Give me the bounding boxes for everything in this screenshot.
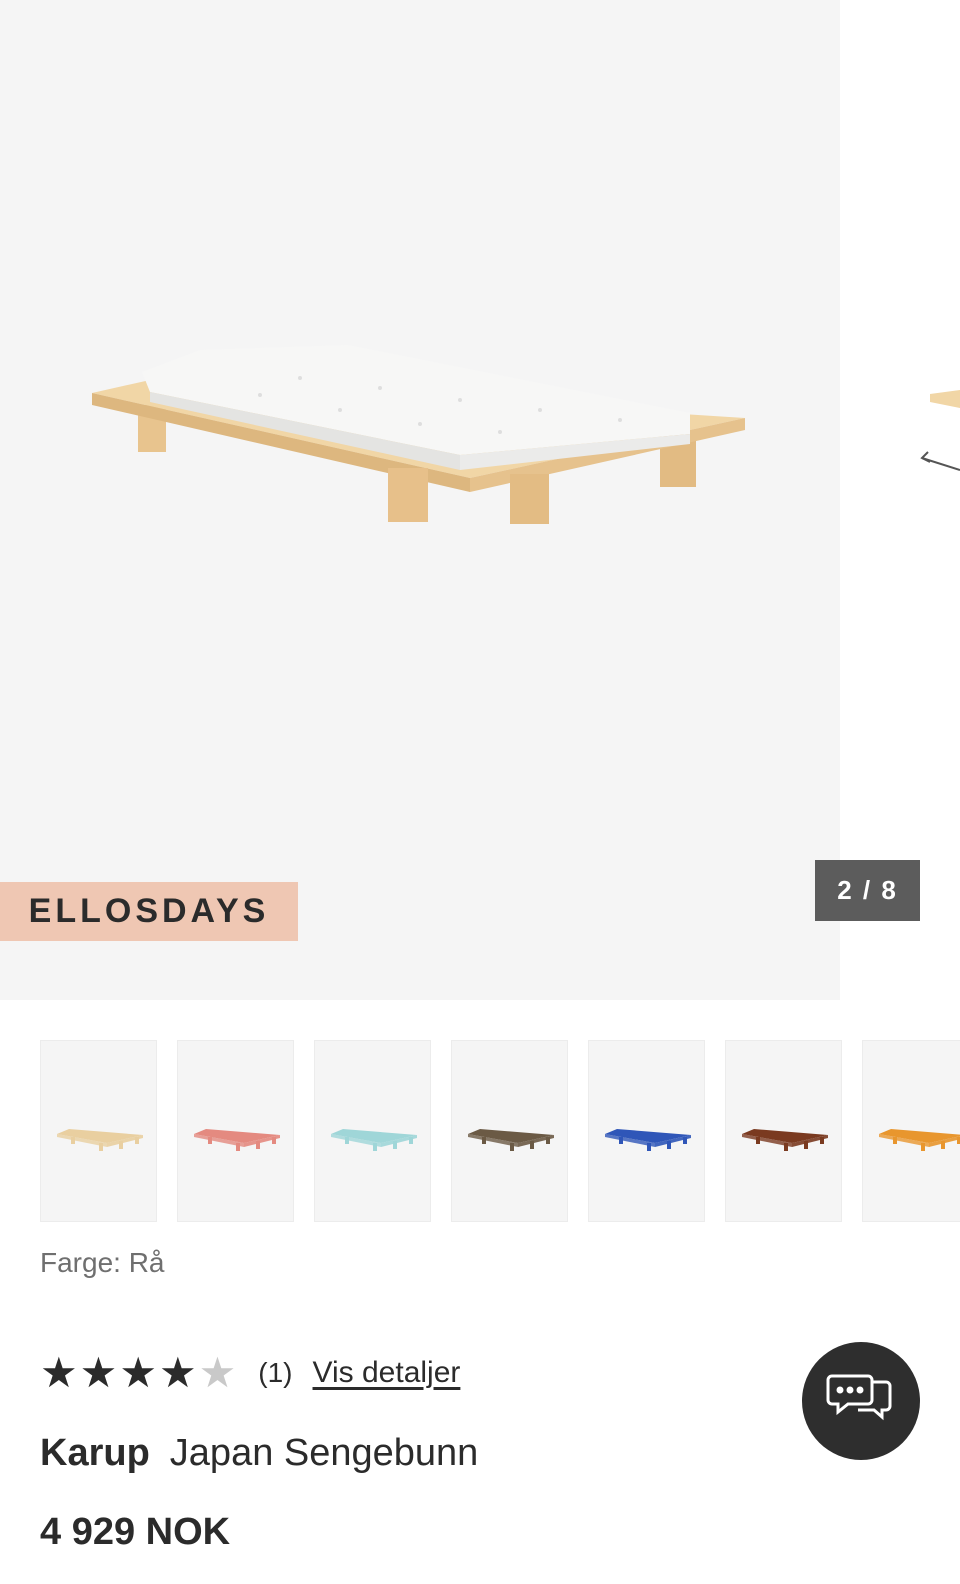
next-product-image[interactable] [848,0,960,1000]
thumbnail-orange[interactable] [862,1040,960,1222]
star-icon: ★ [158,1349,197,1396]
color-thumbnails[interactable] [40,1040,960,1224]
thumbnail-brown[interactable] [451,1040,568,1222]
thumbnail-blue[interactable] [588,1040,705,1222]
thumbnail-bed-image [605,1129,691,1151]
thumbnail-bed-image [331,1129,417,1151]
star-icon: ★ [79,1349,118,1396]
brand-name[interactable]: Karup [40,1432,150,1474]
thumbnail-raw[interactable] [40,1040,157,1222]
thumbnail-pink[interactable] [177,1040,294,1222]
thumbnail-bed-image [879,1129,960,1151]
next-image-preview [920,390,960,471]
product-image-gallery[interactable]: ELLOSDAYS 2 / 8 [0,0,960,1000]
product-title: Karup Japan Sengebunn [40,1432,478,1475]
star-icon: ★ [198,1349,237,1396]
bed-illustration [92,345,745,524]
star-icon: ★ [40,1349,78,1396]
chat-bubbles-icon [826,1374,892,1421]
thumbnail-bed-image [194,1129,280,1151]
view-details-link[interactable]: Vis detaljer [313,1356,461,1390]
image-counter: 2 / 8 [815,860,920,921]
product-price: 4 929 NOK [40,1511,231,1553]
thumbnail-bed-image [468,1129,554,1151]
product-rating: ★ ★ ★ ★ ★ (1) Vis detaljer [40,1351,460,1395]
chat-button[interactable] [802,1342,920,1460]
product-name: Japan Sengebunn [169,1432,479,1474]
thumbnail-light-blue[interactable] [314,1040,431,1222]
review-count: (1) [258,1357,293,1388]
campaign-badge: ELLOSDAYS [0,882,298,941]
thumbnail-bed-image [57,1129,143,1151]
thumbnail-dark-brown[interactable] [725,1040,842,1222]
star-icon: ★ [119,1349,157,1396]
thumbnail-bed-image [742,1129,828,1151]
product-image[interactable] [0,0,840,1000]
selected-color-label: Farge: Rå [40,1247,165,1278]
